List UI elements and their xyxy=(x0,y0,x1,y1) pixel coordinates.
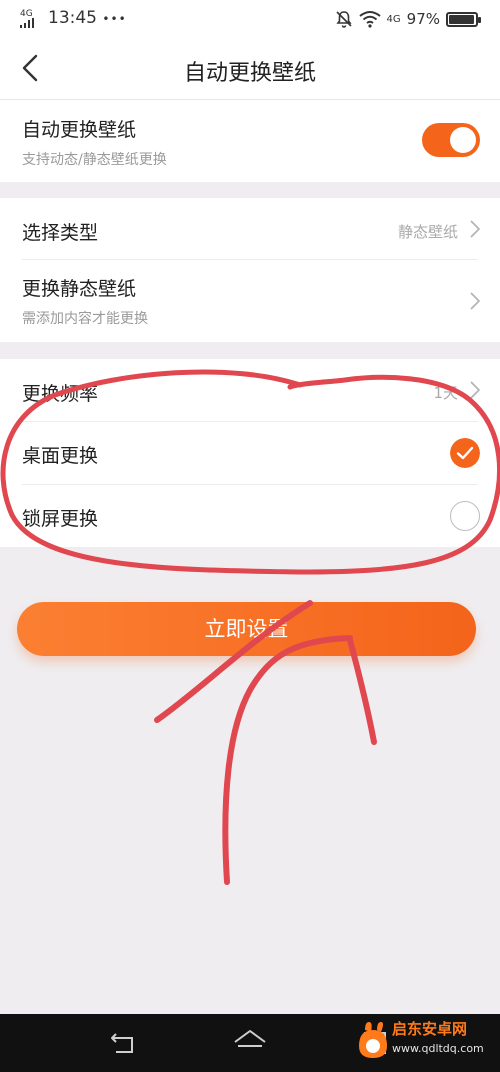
watermark-url: www.qdltdq.com xyxy=(392,1042,484,1055)
wifi-icon xyxy=(358,11,381,28)
change-static-label: 更换静态壁纸 xyxy=(22,278,137,300)
chevron-right-icon xyxy=(470,292,480,310)
lockscreen-checkbox[interactable] xyxy=(450,501,480,531)
status-bar: 4G 13:45 ••• 4G 97% xyxy=(0,0,500,38)
auto-change-toggle[interactable] xyxy=(422,123,480,157)
chevron-right-icon xyxy=(470,381,480,399)
auto-change-sub: 支持动态/静态壁纸更换 xyxy=(22,152,167,168)
apply-now-button[interactable]: 立即设置 xyxy=(17,602,476,656)
select-type-row[interactable]: 选择类型 静态壁纸 xyxy=(0,198,500,260)
status-right: 4G 97% xyxy=(335,8,481,30)
change-static-sub: 需添加内容才能更换 xyxy=(22,311,148,327)
frequency-row[interactable]: 更换频率 1天 xyxy=(0,359,500,421)
nav-home-icon[interactable] xyxy=(232,1028,268,1056)
chevron-right-icon xyxy=(470,220,480,238)
nav-back-icon[interactable] xyxy=(108,1030,138,1056)
watermark-name: 启东安卓网 xyxy=(392,1020,468,1038)
select-type-value: 静态壁纸 xyxy=(397,223,458,241)
watermark-logo-icon xyxy=(359,1022,387,1058)
change-static-row[interactable]: 更换静态壁纸 需添加内容才能更换 xyxy=(0,260,500,342)
lockscreen-change-row[interactable]: 锁屏更换 xyxy=(0,485,500,547)
battery-icon xyxy=(446,11,481,27)
auto-change-label: 自动更换壁纸 xyxy=(22,119,137,141)
watermark: 启东安卓网 www.qdltdq.com xyxy=(356,1016,496,1066)
check-icon[interactable] xyxy=(450,438,480,468)
time-text: 13:45 xyxy=(48,8,97,28)
mute-bell-icon xyxy=(335,11,352,28)
frequency-value: 1天 xyxy=(433,384,458,402)
nav-header: 自动更换壁纸 xyxy=(0,38,500,100)
page-title: 自动更换壁纸 xyxy=(183,61,316,86)
wallpaper-type-section: 选择类型 静态壁纸 更换静态壁纸 需添加内容才能更换 xyxy=(0,198,500,342)
signal-icon xyxy=(20,18,34,28)
frequency-section: 更换频率 1天 桌面更换 锁屏更换 xyxy=(0,359,500,547)
toggle-knob xyxy=(450,127,476,153)
desktop-change-label: 桌面更换 xyxy=(22,445,99,467)
notification-dots: ••• xyxy=(102,12,127,26)
clock: 13:45 ••• xyxy=(48,8,127,28)
right-network-tag: 4G xyxy=(386,13,401,25)
auto-change-section: 自动更换壁纸 支持动态/静态壁纸更换 xyxy=(0,100,500,182)
battery-percent: 97% xyxy=(406,10,440,28)
frequency-label: 更换频率 xyxy=(22,383,99,405)
system-nav-bar: 启东安卓网 www.qdltdq.com xyxy=(0,1014,500,1072)
desktop-change-row[interactable]: 桌面更换 xyxy=(0,422,500,484)
annotation-arrow-shaft xyxy=(222,635,353,885)
auto-change-row[interactable]: 自动更换壁纸 支持动态/静态壁纸更换 xyxy=(0,100,500,182)
battery-fill xyxy=(449,14,475,24)
select-type-label: 选择类型 xyxy=(22,222,99,244)
lockscreen-change-label: 锁屏更换 xyxy=(22,508,99,530)
